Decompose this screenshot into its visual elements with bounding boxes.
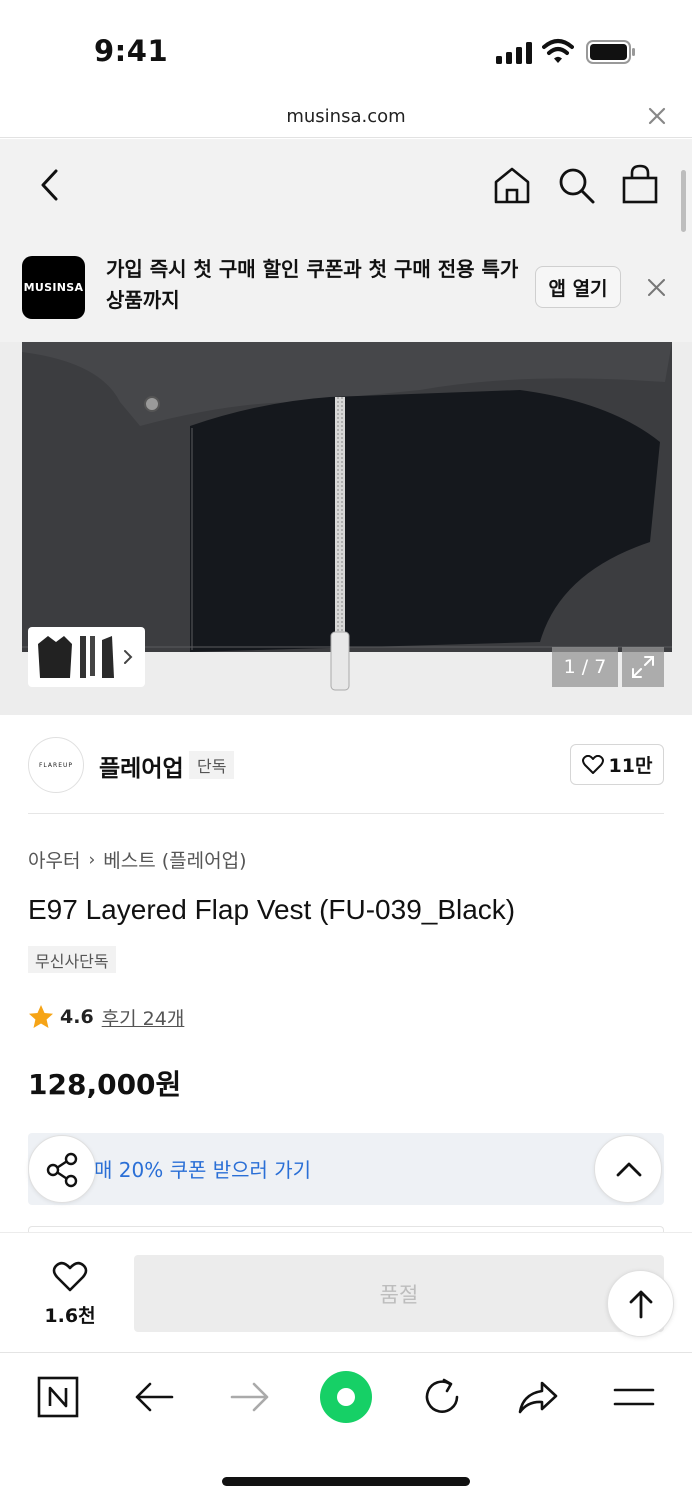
star-icon: [29, 1005, 53, 1028]
expand-icon: [632, 656, 654, 678]
product-title: E97 Layered Flap Vest (FU-039_Black): [28, 894, 516, 925]
thumbnail-image[interactable]: [34, 632, 118, 682]
status-time: 9:41: [94, 34, 169, 68]
arrow-left-icon[interactable]: [132, 1375, 176, 1419]
rating-row: 4.6 후기 24개: [28, 1003, 184, 1031]
exclusive-badge: 무신사단독: [28, 946, 116, 973]
coupon-banner[interactable]: 매 20% 쿠폰 받으러 가기: [28, 1133, 664, 1205]
review-link[interactable]: 후기 24개: [102, 1004, 185, 1031]
browser-toolbar: [0, 1352, 692, 1500]
brand-exclusive-tag: 단독: [189, 751, 235, 779]
brand-like-button[interactable]: 11만: [570, 744, 664, 785]
wishlist-count: 1.6천: [44, 1305, 96, 1327]
chevron-up-icon: [616, 1162, 642, 1177]
search-icon[interactable]: [556, 165, 596, 205]
scroll-to-top-button[interactable]: [607, 1270, 674, 1337]
close-icon[interactable]: [648, 279, 665, 296]
chevron-right-icon[interactable]: [122, 649, 134, 665]
expand-image-button[interactable]: [622, 647, 664, 687]
breadcrumb-item[interactable]: 베스트 (플레어업): [103, 846, 246, 873]
musinsa-logo: MUSINSA: [22, 256, 85, 319]
app-download-banner: MUSINSA 가입 즉시 첫 구매 할인 쿠폰과 첫 구매 전용 특가 상품까…: [0, 232, 692, 342]
brand-like-count: 11만: [608, 755, 653, 777]
sold-out-button[interactable]: 품절: [134, 1255, 664, 1332]
heart-icon: [581, 754, 604, 774]
product-price: 128,000원: [28, 1068, 182, 1101]
coupon-text[interactable]: 매 20% 쿠폰 받으러 가기: [94, 1154, 311, 1183]
url-bar[interactable]: musinsa.com: [0, 96, 692, 138]
rating-value: 4.6: [60, 1006, 94, 1028]
chevron-right-icon: ›: [88, 849, 96, 870]
menu-icon[interactable]: [612, 1375, 656, 1419]
arrow-up-icon: [629, 1290, 653, 1319]
wifi-icon: [542, 39, 574, 63]
home-indicator[interactable]: [222, 1477, 470, 1486]
share-icon: [46, 1152, 78, 1188]
purchase-bar: 1.6천 품절: [0, 1232, 692, 1352]
share-arrow-icon[interactable]: [516, 1375, 560, 1419]
brand-logo[interactable]: FLAREUP: [28, 737, 84, 793]
home-icon[interactable]: [492, 165, 532, 205]
url-text[interactable]: musinsa.com: [0, 106, 692, 127]
product-image-gallery[interactable]: 1 / 7: [0, 342, 692, 715]
share-button[interactable]: [28, 1135, 96, 1203]
arrow-right-icon[interactable]: [228, 1375, 272, 1419]
close-icon[interactable]: [648, 107, 666, 125]
brand-row: FLAREUP 플레어업 단독 11만: [28, 715, 664, 814]
brand-name[interactable]: 플레어업: [99, 749, 184, 783]
battery-icon: [586, 40, 635, 64]
green-circle-button[interactable]: [320, 1371, 372, 1423]
status-bar: 9:41: [0, 0, 692, 96]
breadcrumb-item[interactable]: 아우터: [28, 846, 80, 873]
collapse-button[interactable]: [594, 1135, 662, 1203]
image-page-indicator: 1 / 7: [552, 647, 618, 687]
app-header: [0, 139, 692, 232]
open-app-button[interactable]: 앱 열기: [535, 266, 621, 308]
banner-message: 가입 즉시 첫 구매 할인 쿠폰과 첫 구매 전용 특가 상품까지: [106, 257, 519, 312]
chevron-left-icon[interactable]: [36, 167, 66, 203]
shopping-bag-icon[interactable]: [620, 163, 660, 205]
cellular-signal-icon: [496, 42, 532, 64]
heart-icon: [52, 1261, 88, 1292]
wishlist-button[interactable]: 1.6천: [34, 1257, 106, 1329]
scrollbar-thumb[interactable]: [681, 170, 686, 232]
thumbnail-strip[interactable]: [28, 627, 145, 687]
reload-icon[interactable]: [420, 1375, 464, 1419]
breadcrumb: 아우터 › 베스트 (플레어업): [28, 846, 247, 873]
naver-icon[interactable]: [36, 1375, 80, 1419]
